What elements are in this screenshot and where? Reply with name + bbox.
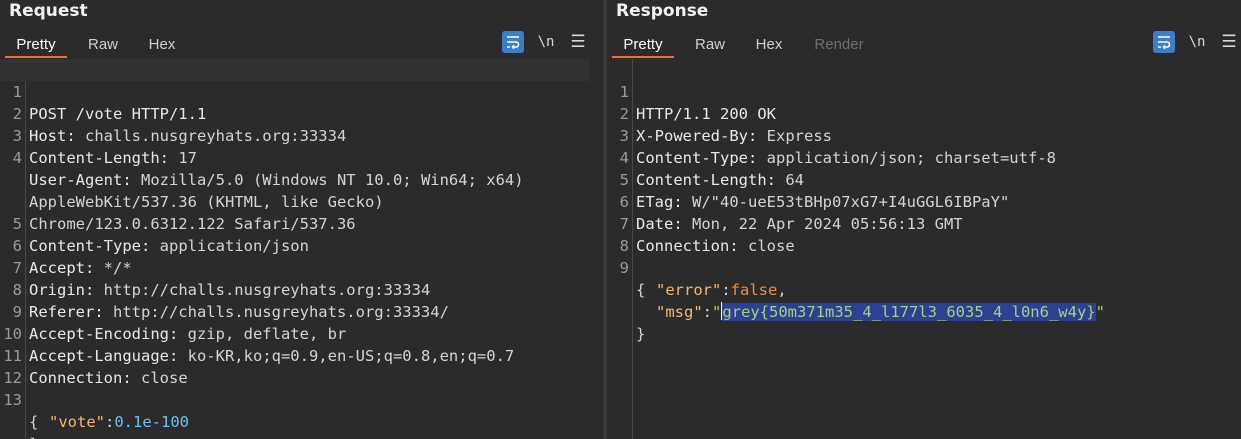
response-line: 9 { bbox=[607, 235, 1241, 299]
request-body-line: "vote":0.1e-100 bbox=[0, 389, 603, 431]
response-line: 6 Date: Mon, 22 Apr 2024 05:56:13 GMT bbox=[607, 169, 1241, 233]
response-menu-button[interactable]: ☰ bbox=[1218, 31, 1240, 53]
request-body-line: } bbox=[0, 411, 603, 439]
response-line: 3 Content-Type: application/json; charse… bbox=[607, 103, 1241, 167]
response-line: 4 Content-Length: 64 bbox=[607, 125, 1241, 189]
response-line: 7 Connection: close bbox=[607, 191, 1241, 255]
request-line: 9 Accept-Encoding: gzip, deflate, br bbox=[0, 279, 603, 343]
hamburger-menu-icon: ☰ bbox=[1221, 32, 1237, 52]
response-line: 8 bbox=[607, 213, 1241, 255]
response-line: 1 HTTP/1.1 200 OK bbox=[607, 59, 1241, 123]
response-title: Response bbox=[616, 1, 709, 21]
response-tab-pretty[interactable]: Pretty bbox=[612, 34, 674, 58]
request-line: 3 Content-Length: 17 bbox=[0, 103, 603, 167]
request-line: 10 Accept-Language: ko-KR,ko;q=0.9,en-US… bbox=[0, 301, 603, 365]
response-pane: Response Pretty Raw Hex Render \n ☰ 1 HT… bbox=[607, 0, 1241, 439]
response-line: 5 ETag: W/"40-ueE53tBHp07xG7+I4uGGL6IBPa… bbox=[607, 147, 1241, 211]
request-line: 2 Host: challs.nusgreyhats.org:33334 bbox=[0, 81, 603, 145]
response-editor[interactable]: 1 HTTP/1.1 200 OK 2 X-Powered-By: Expres… bbox=[607, 59, 1241, 343]
request-line: 6 Accept: */* bbox=[0, 213, 603, 277]
request-wrap-lines-button[interactable] bbox=[502, 31, 524, 53]
request-line: 8 Referer: http://challs.nusgreyhats.org… bbox=[0, 257, 603, 321]
request-show-newlines-button[interactable]: \n bbox=[535, 31, 557, 53]
request-toolbar: \n ☰ bbox=[502, 31, 597, 53]
response-toolbar: \n ☰ bbox=[1153, 31, 1241, 53]
request-line: 13 { bbox=[0, 367, 603, 431]
request-line-wrapped: Chrome/123.0.6312.122 Safari/537.36 bbox=[0, 169, 603, 233]
request-tab-hex[interactable]: Hex bbox=[139, 34, 185, 58]
response-body-line: "msg":"grey{50m371m35_4_l177l3_6035_4_l0… bbox=[607, 279, 1241, 321]
response-show-newlines-button[interactable]: \n bbox=[1186, 31, 1208, 53]
request-line: 5 Content-Type: application/json bbox=[0, 191, 603, 255]
request-line: 12 bbox=[0, 345, 603, 387]
request-pane: Request Pretty Raw Hex \n ☰ 1 POST /vote… bbox=[0, 0, 603, 439]
response-wrap-lines-button[interactable] bbox=[1153, 31, 1175, 53]
request-editor[interactable]: 1 POST /vote HTTP/1.1 2 Host: challs.nus… bbox=[0, 59, 603, 439]
request-line-wrapped: AppleWebKit/537.36 (KHTML, like Gecko) bbox=[0, 147, 603, 211]
response-tab-render[interactable]: Render bbox=[804, 34, 874, 58]
response-tab-raw[interactable]: Raw bbox=[682, 34, 738, 58]
wrap-lines-icon bbox=[507, 36, 520, 49]
request-tab-pretty[interactable]: Pretty bbox=[5, 34, 67, 58]
json-close-brace: } bbox=[636, 325, 646, 343]
request-line: 1 POST /vote HTTP/1.1 bbox=[0, 59, 590, 123]
newline-icon: \n bbox=[537, 34, 555, 50]
response-line: 2 X-Powered-By: Express bbox=[607, 81, 1241, 145]
wrap-lines-icon bbox=[1158, 36, 1171, 49]
request-line: 7 Origin: http://challs.nusgreyhats.org:… bbox=[0, 235, 603, 299]
request-line: 11 Connection: close bbox=[0, 323, 603, 387]
response-body-line: "error":false, bbox=[607, 257, 1241, 299]
request-title: Request bbox=[9, 1, 88, 21]
hamburger-menu-icon: ☰ bbox=[570, 32, 586, 52]
request-line: 4 User-Agent: Mozilla/5.0 (Windows NT 10… bbox=[0, 125, 603, 189]
json-close-brace: } bbox=[29, 435, 38, 439]
newline-icon: \n bbox=[1188, 34, 1206, 50]
response-tab-hex[interactable]: Hex bbox=[746, 34, 792, 58]
request-tab-raw[interactable]: Raw bbox=[75, 34, 131, 58]
response-body-line: } bbox=[607, 301, 1241, 343]
request-menu-button[interactable]: ☰ bbox=[567, 31, 589, 53]
